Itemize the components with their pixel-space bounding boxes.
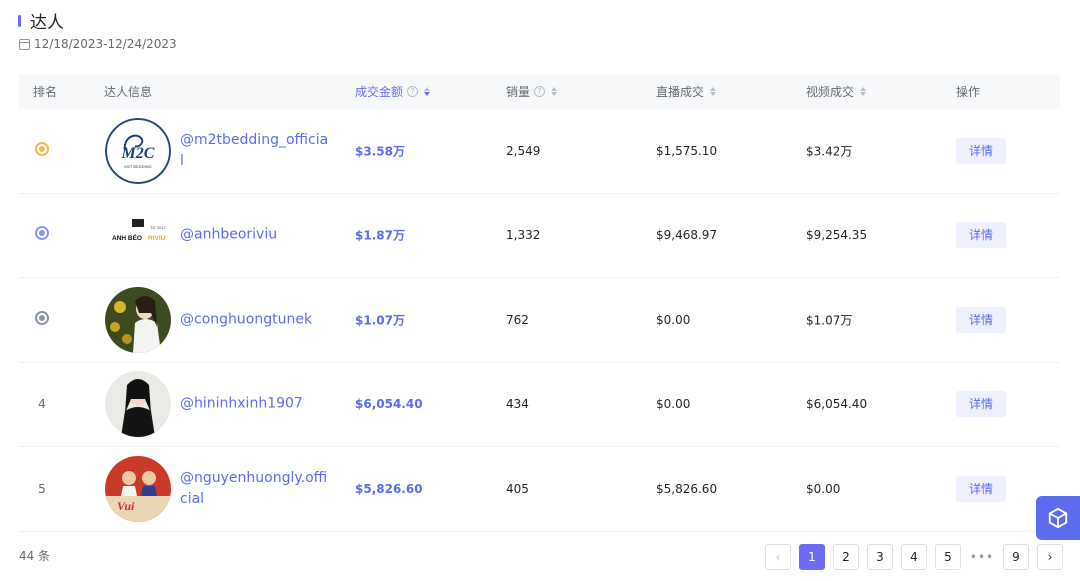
rank-cell: 5 bbox=[38, 481, 46, 496]
table-header: 排名 达人信息 成交金额 ? 销量 ? 直播成交 视频成交 操作 bbox=[19, 74, 1060, 109]
table-row: 5 Vui @nguyenhuongly.official $5,826.60 … bbox=[19, 447, 1060, 532]
page-button[interactable]: 2 bbox=[833, 544, 859, 570]
amount-cell: $1.07万 bbox=[355, 313, 405, 328]
avatar[interactable] bbox=[105, 286, 171, 353]
video-cell: $1.07万 bbox=[806, 313, 853, 328]
influencer-handle[interactable]: @hininhxinh1907 bbox=[180, 394, 330, 415]
col-action: 操作 bbox=[956, 83, 980, 100]
sort-icon[interactable] bbox=[424, 87, 431, 96]
help-icon[interactable]: ? bbox=[534, 86, 546, 97]
next-page-button[interactable]: › bbox=[1037, 544, 1063, 570]
detail-button[interactable]: 详情 bbox=[956, 306, 1006, 333]
amount-cell: $6,054.40 bbox=[355, 397, 423, 412]
svg-text:M2T BEDDING: M2T BEDDING bbox=[124, 164, 151, 169]
col-info: 达人信息 bbox=[104, 83, 152, 100]
page-title: 达人 bbox=[30, 13, 64, 33]
detail-button[interactable]: 详情 bbox=[956, 222, 1006, 249]
bronze-medal-icon bbox=[34, 310, 50, 329]
svg-text:Vui: Vui bbox=[117, 499, 135, 513]
prev-page-button[interactable]: ‹ bbox=[765, 544, 791, 570]
sales-cell: 2,549 bbox=[506, 143, 541, 158]
col-info-label: 达人信息 bbox=[104, 85, 153, 99]
video-cell: $6,054.40 bbox=[806, 397, 868, 412]
sort-icon[interactable] bbox=[710, 87, 717, 96]
col-video-label[interactable]: 视频成交 bbox=[806, 83, 854, 100]
detail-button[interactable]: 详情 bbox=[956, 391, 1006, 418]
page-button[interactable]: 9 bbox=[1003, 544, 1029, 570]
table-row: M2C M2T BEDDING @m2tbedding_official $3.… bbox=[19, 109, 1060, 194]
col-rank: 排名 bbox=[33, 83, 57, 100]
col-amount-label[interactable]: 成交金额 bbox=[355, 83, 403, 100]
help-icon[interactable]: ? bbox=[407, 86, 419, 97]
rank-cell bbox=[34, 141, 50, 160]
table-row: 4 @hininhxinh1907 $6,054.40 434 $0.00 $6… bbox=[19, 363, 1060, 447]
video-cell: $9,254.35 bbox=[806, 228, 868, 243]
rank-cell bbox=[34, 310, 50, 329]
col-amount[interactable]: 成交金额 ? bbox=[355, 83, 431, 100]
page-button[interactable]: 4 bbox=[901, 544, 927, 570]
page-button[interactable]: 3 bbox=[867, 544, 893, 570]
floating-action-button[interactable] bbox=[1036, 496, 1080, 540]
svg-text:TỪ 2017: TỪ 2017 bbox=[150, 225, 167, 230]
table-row: TỪ 2017 ANH BÉO RIVIU @anhbeoriviu $1.87… bbox=[19, 194, 1060, 278]
influencer-handle[interactable]: @anhbeoriviu bbox=[180, 225, 330, 246]
table-row: @conghuongtunek $1.07万 762 $0.00 $1.07万 … bbox=[19, 278, 1060, 363]
col-live-label[interactable]: 直播成交 bbox=[656, 83, 704, 100]
accent-bar bbox=[18, 14, 21, 27]
sort-icon[interactable] bbox=[860, 87, 867, 96]
rank-cell: 4 bbox=[38, 397, 46, 412]
avatar[interactable]: M2C M2T BEDDING bbox=[105, 117, 171, 184]
amount-cell: $5,826.60 bbox=[355, 481, 423, 496]
page-ellipsis[interactable]: ••• bbox=[969, 550, 995, 564]
gold-medal-icon bbox=[34, 141, 50, 160]
amount-cell: $1.87万 bbox=[355, 228, 405, 243]
total-count: 44 条 bbox=[19, 549, 51, 563]
sales-cell: 762 bbox=[506, 312, 529, 327]
influencer-handle[interactable]: @m2tbedding_official bbox=[180, 130, 330, 172]
col-live[interactable]: 直播成交 bbox=[656, 83, 717, 100]
rank-cell bbox=[34, 226, 50, 244]
svg-text:ANH BÉO: ANH BÉO bbox=[112, 233, 142, 242]
col-rank-label: 排名 bbox=[33, 85, 58, 99]
date-range-text: 12/18/2023-12/24/2023 bbox=[34, 37, 177, 51]
table-body: M2C M2T BEDDING @m2tbedding_official $3.… bbox=[19, 109, 1060, 532]
video-cell: $3.42万 bbox=[806, 144, 853, 159]
sales-cell: 434 bbox=[506, 397, 529, 412]
page-button[interactable]: 5 bbox=[935, 544, 961, 570]
date-range: 12/18/2023-12/24/2023 bbox=[19, 37, 177, 51]
section-header: 达人 bbox=[18, 8, 64, 33]
calendar-icon bbox=[19, 38, 30, 50]
cube-icon bbox=[1048, 507, 1068, 529]
detail-button[interactable]: 详情 bbox=[956, 475, 1006, 502]
pagination: ‹ 1 2 3 4 5 ••• 9 › bbox=[765, 544, 1063, 570]
sales-cell: 405 bbox=[506, 481, 529, 496]
detail-button[interactable]: 详情 bbox=[956, 137, 1006, 164]
live-cell: $5,826.60 bbox=[656, 481, 718, 496]
col-action-label: 操作 bbox=[956, 85, 981, 99]
avatar[interactable]: TỪ 2017 ANH BÉO RIVIU bbox=[105, 202, 171, 269]
col-sales-label[interactable]: 销量 bbox=[506, 83, 530, 100]
video-cell: $0.00 bbox=[806, 481, 841, 496]
amount-cell: $3.58万 bbox=[355, 144, 405, 159]
live-cell: $0.00 bbox=[656, 397, 691, 412]
live-cell: $9,468.97 bbox=[656, 228, 718, 243]
col-video[interactable]: 视频成交 bbox=[806, 83, 867, 100]
sales-cell: 1,332 bbox=[506, 228, 541, 243]
live-cell: $1,575.10 bbox=[656, 143, 718, 158]
influencer-table: 排名 达人信息 成交金额 ? 销量 ? 直播成交 视频成交 操作 M2C M2T… bbox=[19, 74, 1060, 532]
silver-medal-icon bbox=[34, 226, 50, 244]
avatar[interactable]: Vui bbox=[105, 455, 171, 522]
col-sales[interactable]: 销量 ? bbox=[506, 83, 558, 100]
live-cell: $0.00 bbox=[656, 312, 691, 327]
influencer-handle[interactable]: @nguyenhuongly.official bbox=[180, 468, 330, 510]
avatar[interactable] bbox=[105, 371, 171, 438]
page-button[interactable]: 1 bbox=[799, 544, 825, 570]
sort-icon[interactable] bbox=[551, 87, 558, 96]
influencer-handle[interactable]: @conghuongtunek bbox=[180, 309, 330, 330]
svg-text:RIVIU: RIVIU bbox=[148, 235, 166, 242]
svg-text:M2C: M2C bbox=[121, 145, 155, 162]
